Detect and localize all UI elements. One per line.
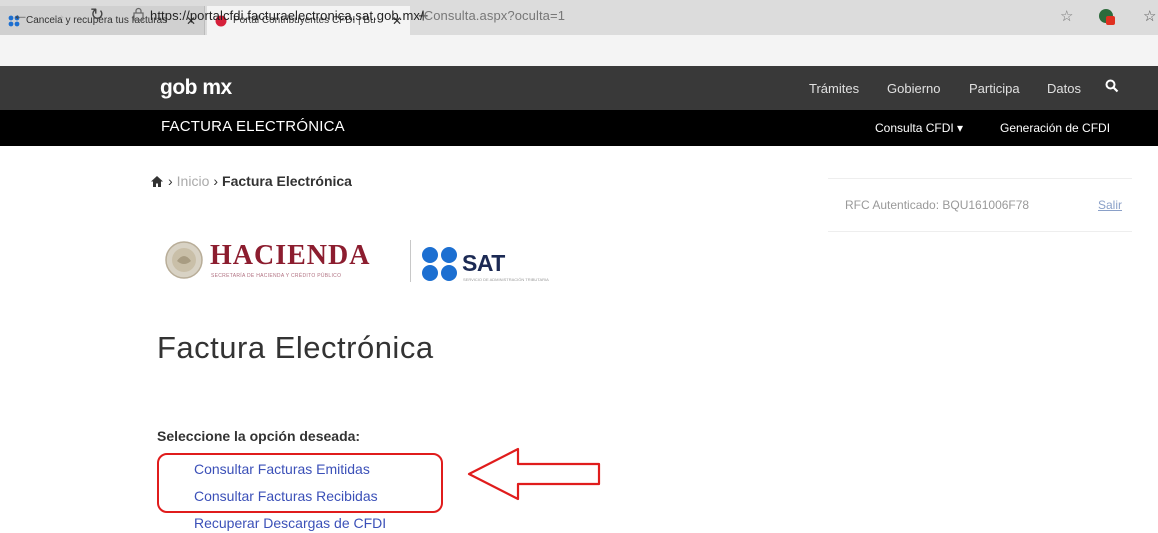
back-arrow-icon[interactable]: ←	[12, 5, 29, 25]
url-path: Consulta.aspx?oculta=1	[423, 8, 566, 23]
breadcrumb-separator-icon: ›	[168, 173, 173, 189]
breadcrumb-current: Factura Electrónica	[222, 173, 352, 189]
link-recuperar-descargas[interactable]: Recuperar Descargas de CFDI	[194, 515, 386, 531]
gob-menu-datos[interactable]: Datos	[1047, 81, 1081, 96]
home-icon[interactable]	[151, 175, 163, 187]
nav-generacion-cfdi[interactable]: Generación de CFDI	[1000, 121, 1110, 135]
gob-menu-gobierno[interactable]: Gobierno	[887, 81, 940, 96]
hacienda-logo: HACIENDA	[210, 240, 371, 271]
url-field[interactable]: https://portalcfdi.facturaelectronica.sa…	[150, 8, 565, 23]
section-title[interactable]: FACTURA ELECTRÓNICA	[161, 118, 345, 135]
caret-down-icon: ▾	[957, 121, 964, 135]
reload-icon[interactable]: ↻	[90, 5, 104, 25]
breadcrumb-separator-icon: ›	[213, 173, 219, 189]
extension-badge-icon	[1106, 16, 1115, 25]
favorites-star-icon[interactable]: ☆	[1143, 7, 1156, 25]
lock-icon	[133, 7, 144, 21]
page-title: Factura Electrónica	[157, 330, 434, 365]
logout-link[interactable]: Salir	[1098, 198, 1122, 212]
annotation-arrow-icon	[467, 447, 601, 501]
breadcrumb: › Inicio › Factura Electrónica	[151, 173, 352, 189]
breadcrumb-inicio[interactable]: Inicio	[177, 173, 210, 189]
select-option-label: Seleccione la opción deseada:	[157, 428, 361, 444]
logo-divider	[410, 240, 411, 282]
search-icon[interactable]	[1105, 79, 1119, 93]
rfc-authenticated: RFC Autenticado: BQU161006F78	[845, 198, 1030, 212]
gob-mx-logo[interactable]: gob mx	[160, 76, 232, 100]
annotation-highlight-box	[157, 453, 443, 513]
sat-logo-icon	[422, 247, 457, 281]
nav-consulta-cfdi-label: Consulta CFDI	[875, 121, 954, 135]
bookmark-star-icon[interactable]: ☆	[1060, 7, 1073, 25]
address-bar	[0, 35, 1158, 67]
gob-menu-tramites[interactable]: Trámites	[809, 81, 859, 96]
hacienda-subtitle: SECRETARÍA DE HACIENDA Y CRÉDITO PÚBLICO	[211, 273, 342, 279]
gob-menu-participa[interactable]: Participa	[969, 81, 1020, 96]
url-main: https://portalcfdi.facturaelectronica.sa…	[150, 8, 424, 23]
mexico-seal-icon	[165, 241, 203, 279]
nav-consulta-cfdi[interactable]: Consulta CFDI ▾	[875, 121, 963, 135]
sat-subtitle: SERVICIO DE ADMINISTRACIÓN TRIBUTARIA	[463, 277, 549, 282]
forward-arrow-icon[interactable]: →	[50, 5, 67, 25]
sat-logo: SAT	[462, 250, 505, 276]
